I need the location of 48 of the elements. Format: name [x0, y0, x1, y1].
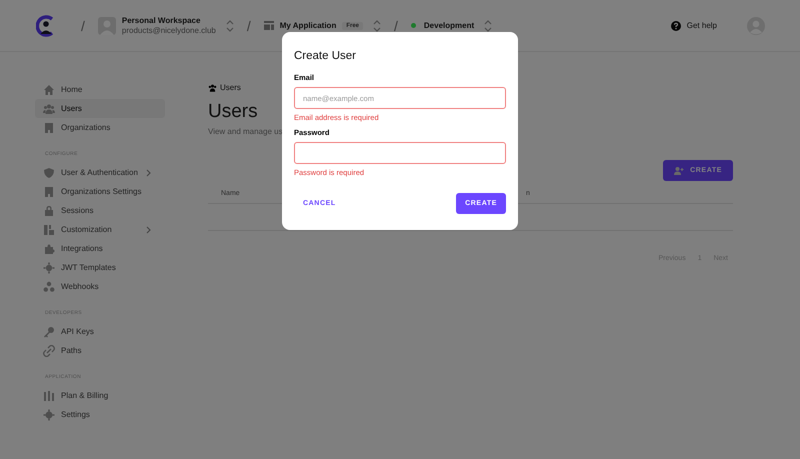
gear-icon: [43, 408, 55, 420]
building-icon: [43, 122, 55, 134]
sidebar-item[interactable]: Paths: [35, 341, 165, 360]
breadcrumb[interactable]: Users: [220, 83, 241, 92]
logo-icon: [36, 14, 56, 36]
up-down-icon: [484, 20, 492, 32]
dialog-title: Create User: [294, 50, 357, 62]
separator: /: [81, 18, 85, 34]
application-name[interactable]: My Application: [280, 21, 336, 30]
lock-icon: [43, 204, 55, 216]
sidebar-item[interactable]: User & Authentication: [35, 163, 165, 182]
bars-icon: [43, 390, 55, 402]
sidebar-item[interactable]: Users: [35, 99, 165, 118]
environment-name[interactable]: Development: [424, 21, 474, 30]
sidebar-item[interactable]: Settings: [35, 405, 165, 424]
building-icon: [43, 186, 55, 198]
up-down-icon: [226, 20, 234, 32]
page-title: Users: [208, 101, 258, 123]
link-icon: [43, 344, 55, 356]
sidebar-item[interactable]: Customization: [35, 220, 165, 239]
house-icon: [43, 84, 55, 96]
puzzle-icon: [43, 242, 55, 254]
sidebar-item[interactable]: Organizations Settings: [35, 182, 165, 201]
nodes-icon: [43, 280, 55, 292]
sidebar-item[interactable]: API Keys: [35, 322, 165, 341]
people-icon: [208, 84, 217, 92]
app-icon: [264, 21, 274, 30]
sidebar-item[interactable]: Plan & Billing: [35, 386, 165, 405]
key-icon: [43, 326, 55, 338]
input-field[interactable]: [294, 142, 506, 164]
sidebar-item[interactable]: Webhooks: [35, 277, 165, 296]
sidebar-item[interactable]: JWT Templates: [35, 258, 165, 277]
separator: /: [246, 18, 251, 34]
people-icon: [43, 102, 55, 114]
workspace-name[interactable]: Personal Workspace: [122, 16, 216, 26]
up-down-icon: [373, 20, 382, 32]
workspace-email: products@nicelydone.club: [122, 26, 216, 36]
help-icon: [670, 20, 681, 30]
sidebar-item[interactable]: Organizations: [35, 118, 165, 137]
sidebar-item[interactable]: Sessions: [35, 201, 165, 220]
sidebar-item[interactable]: Home: [35, 80, 165, 99]
add-user-icon: [674, 166, 684, 174]
gear-icon: [43, 262, 55, 274]
help-link[interactable]: Get help: [686, 21, 717, 30]
separator: /: [394, 18, 398, 34]
shield-icon: [43, 166, 55, 178]
page-subtitle: View and manage us: [208, 127, 283, 136]
sidebar-item[interactable]: Integrations: [35, 239, 165, 258]
